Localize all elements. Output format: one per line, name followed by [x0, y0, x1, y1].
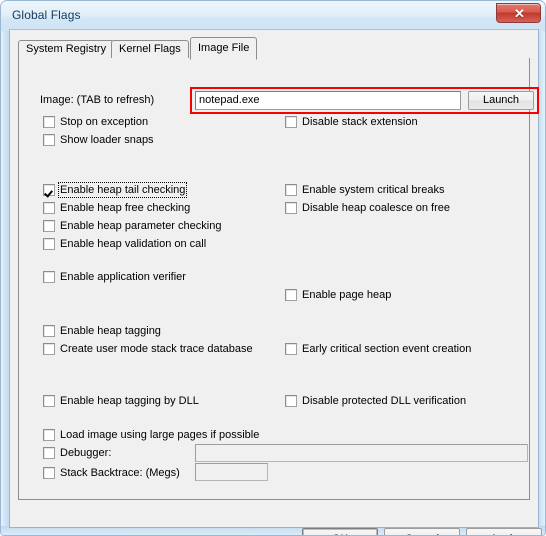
checkbox-label: Enable heap free checking: [60, 202, 191, 214]
checkbox-label: Enable heap parameter checking: [60, 220, 222, 232]
checkbox-box: [43, 395, 55, 407]
checkbox-label: Early critical section event creation: [302, 343, 472, 355]
checkbox-box: [43, 134, 55, 146]
close-button[interactable]: ✕: [496, 3, 541, 23]
checkbox-label: Enable system critical breaks: [302, 184, 445, 196]
image-label: Image: (TAB to refresh): [40, 94, 155, 106]
title-bar: [1, 1, 545, 31]
checkbox-label: Enable heap validation on call: [60, 238, 207, 250]
checkbox-box: [285, 184, 297, 196]
tab-image-file[interactable]: Image File: [190, 37, 258, 60]
launch-button[interactable]: Launch: [468, 91, 534, 110]
checkbox-label: Show loader snaps: [60, 134, 154, 146]
image-input[interactable]: notepad.exe: [195, 91, 461, 110]
checkbox-label: Disable stack extension: [302, 116, 418, 128]
checkbox-label: Disable heap coalesce on free: [302, 202, 450, 214]
checkbox-label: Enable application verifier: [60, 271, 186, 283]
checkbox-label: Debugger:: [60, 447, 112, 459]
checkbox-label: Disable protected DLL verification: [302, 395, 467, 407]
checkbox-box: [43, 343, 55, 355]
cancel-button[interactable]: Cancel: [384, 528, 460, 535]
checkbox-box: [43, 271, 55, 283]
checkbox-label: Enable heap tagging: [60, 325, 161, 337]
checkbox-box: [285, 395, 297, 407]
launch-button-label: Launch: [482, 94, 520, 106]
checkbox-box: [43, 202, 55, 214]
tab-kernel-flags[interactable]: Kernel Flags: [111, 40, 189, 59]
checkbox-box: [43, 467, 55, 479]
checkbox-label: Enable heap tail checking: [57, 182, 188, 198]
debugger-input[interactable]: [195, 444, 528, 462]
apply-button[interactable]: Apply: [466, 528, 542, 535]
checkbox-box: [43, 447, 55, 459]
checkbox-box: [43, 429, 55, 441]
checkbox-label: Stack Backtrace: (Megs): [60, 467, 180, 479]
cancel-button-label: Cancel: [385, 529, 459, 535]
close-icon: ✕: [514, 6, 525, 21]
checkbox-box: [43, 220, 55, 232]
checkbox-label: Enable heap tagging by DLL: [60, 395, 199, 407]
dialog-client-area: System Registry Kernel Flags Image File …: [9, 29, 542, 535]
checkbox-label: Create user mode stack trace database: [60, 343, 253, 355]
apply-button-label: Apply: [467, 529, 541, 535]
checkbox-box: [285, 116, 297, 128]
window-frame-left: [1, 1, 9, 535]
checkbox-box: [43, 325, 55, 337]
checkbox-box: [43, 116, 55, 128]
checkbox-box: [285, 289, 297, 301]
checkbox-label: Load image using large pages if possible: [60, 429, 260, 441]
global-flags-window: Global Flags ✕ System Registry Kernel Fl…: [0, 0, 546, 536]
checkbox-box: [285, 343, 297, 355]
ok-button-label: OK: [303, 529, 377, 535]
checkbox-box: [43, 238, 55, 250]
tab-system-registry[interactable]: System Registry: [18, 40, 115, 59]
stack-backtrace-input[interactable]: [195, 463, 268, 481]
checkbox-box: [285, 202, 297, 214]
checkbox-label: Enable page heap: [302, 289, 392, 301]
window-title: Global Flags: [12, 8, 81, 22]
ok-button[interactable]: OK: [302, 528, 378, 535]
checkbox-box: [43, 184, 55, 196]
checkbox-label: Stop on exception: [60, 116, 149, 128]
